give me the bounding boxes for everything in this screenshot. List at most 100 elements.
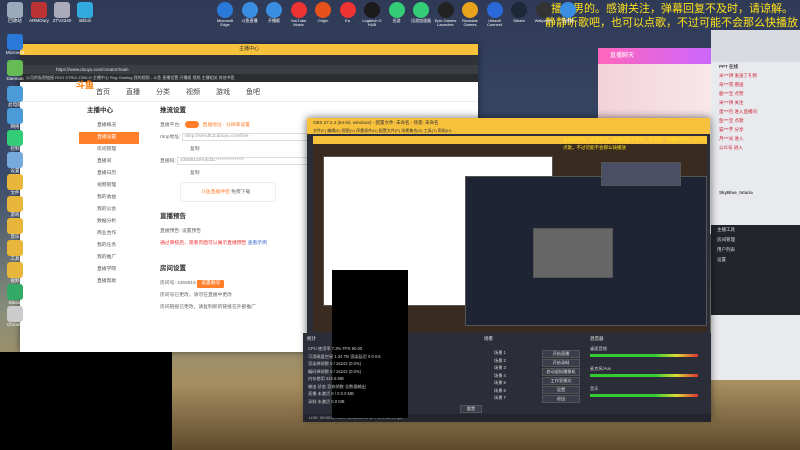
left-desktop-icon[interactable]: 音乐 [2,218,28,240]
top-desktop-icon[interactable]: 开播姬 [261,2,287,23]
mixer-meter[interactable] [590,354,698,357]
address-bar[interactable]: https://www.douyu.com/creator/main [20,65,478,74]
companion-banner[interactable]: 斗鱼直播伴侣 免费下载 [180,182,276,202]
top-desktop-icon[interactable]: 迅游加速器 [408,2,434,23]
top-desktop-icon[interactable]: YouTube Music [286,2,312,27]
top-desktop-icon[interactable]: Ubisoft Connect [482,2,508,27]
site-nav-item[interactable]: 视频 [186,87,200,97]
stat-row: 可用磁盘空间 1.34 TB 渲染延迟 0.0 ms [308,353,381,359]
site-nav-item[interactable]: 鱼吧 [246,87,260,97]
tools-row[interactable]: 设置 [711,255,800,265]
top-desktop-icon[interactable]: Epic Games Launcher [433,2,459,27]
site-nav-item[interactable]: 直播 [126,87,140,97]
stream-key-field[interactable]: 4358915rhnkd3c*************** [177,156,328,165]
left-desktop-icon[interactable]: Chrome [2,306,28,328]
streamer-thumbnails[interactable] [598,64,711,120]
tools-panel: 主播工具 房间管理 用户列表 设置 [711,225,800,315]
obs-control-button[interactable]: 启动虚拟摄像机 [542,368,580,376]
obs-control-button[interactable]: 工作室模式 [542,377,580,385]
top-desktop-icon[interactable]: 斗鱼直播 [237,2,263,23]
recycle-bin-icon [7,2,23,18]
tools-row[interactable]: 用户列表 [711,245,800,255]
top-desktop-icon[interactable]: Microsoft Edge [212,2,238,27]
left-desktop-icon[interactable]: 游戏 [2,196,28,218]
rtmp-field[interactable]: rtmp://sendtc3.douyu.com/live [181,132,312,141]
sidebar-item[interactable]: 我的任务 [79,240,139,252]
sidebar-item[interactable]: 我的推广 [79,252,139,264]
obs-control-button[interactable]: 开始录制 [542,359,580,367]
scene-item[interactable]: 场景 4 [494,373,506,379]
sidebar-title: 主播中心 [87,107,113,114]
left-desktop-icon[interactable]: 控制 [2,130,28,152]
sidebar-item[interactable]: 我的公会 [79,204,139,216]
sidebar-item[interactable]: 数据分析 [79,216,139,228]
scene-item[interactable]: 场景 6 [494,388,506,394]
browser-tabs[interactable] [20,55,478,65]
scene-item[interactable]: 场景 1 [494,350,506,356]
left-desktop-icon[interactable]: Daemon [2,60,28,82]
left-desktop-icon[interactable]: 网络 [2,108,28,130]
preview-nested-inner [533,228,613,278]
app-icon [413,2,429,18]
app-icon [7,108,23,124]
top-desktop-icon[interactable]: Ea [335,2,361,23]
mixer-meter[interactable] [590,374,698,377]
tools-row[interactable]: 主播工具 [711,225,800,235]
douyu-logo[interactable]: 斗鱼 [76,78,94,91]
sidebar-item[interactable]: 视频管理 [79,180,139,192]
top-desktop-icon[interactable]: 直播姬 [555,2,581,23]
sidebar-item[interactable]: 直播日历 [79,168,139,180]
armoury-icon [31,2,47,18]
site-nav-item[interactable]: 游戏 [216,87,230,97]
app-icon [7,284,23,300]
preview-example-link[interactable]: 查看示例 [248,241,267,246]
scene-item[interactable]: 场景 3 [494,365,506,371]
platform-toggle[interactable] [184,121,199,129]
obs-control-button[interactable]: 设置 [542,386,580,394]
sidebar-item[interactable]: 直播间 [79,156,139,168]
sidebar-item[interactable]: 直播学院 [79,264,139,276]
top-desktop-icon[interactable]: Wallpaper [531,2,557,23]
site-nav-item[interactable]: 首页 [96,87,110,97]
panel-user[interactable]: SkyBlue_tstaria [711,188,800,197]
app-icon [7,240,23,256]
sidebar-item[interactable]: 直播概况 [79,120,139,132]
obs-menu[interactable]: 文件(F) 编辑(E) 视图(V) 停靠部件(D) 配置文件(P) 场景集合(S… [307,127,710,134]
scene-item[interactable]: 场景 2 [494,358,506,364]
stat-row: 内存使用 342.6 MB [308,376,344,381]
scene-item[interactable]: 场景 7 [494,395,506,401]
app-icon [7,306,23,322]
mixer-meter[interactable] [590,394,698,397]
left-desktop-icon[interactable]: Microsoft [2,34,28,56]
obs-control-button[interactable]: 退出 [542,395,580,403]
site-nav-item[interactable]: 分类 [156,87,170,97]
top-desktop-icon[interactable]: 迅游 [384,2,410,23]
top-desktop-icon[interactable]: Logitech G HUB [359,2,385,27]
left-desktop-icon[interactable]: 此电脑 [2,86,28,108]
panel-top [711,30,800,62]
sidebar-item[interactable]: 直播设置 [79,132,139,144]
desktop-icon-recycle-bin[interactable]: 回收站 [2,2,28,24]
sidebar-item[interactable]: 直播帮助 [79,276,139,288]
sidebar-item[interactable]: 商业合作 [79,228,139,240]
set-vanity-button[interactable]: 设置靓号 [197,280,225,288]
desktop-icon-bilibili[interactable]: Bilibili [72,2,98,24]
tools-row[interactable]: 房间管理 [711,235,800,245]
top-desktop-icon[interactable]: Origin [310,2,336,23]
top-desktop-icon[interactable]: Steam [506,2,532,23]
obs-control-button[interactable]: 开始直播 [542,350,580,358]
app-icon [266,2,282,18]
left-desktop-icon[interactable]: 设置 [2,152,28,174]
left-desktop-icon[interactable]: 文件 [2,174,28,196]
left-desktop-icon[interactable]: 工具 [2,240,28,262]
left-desktop-icon[interactable]: Steam [2,284,28,306]
sidebar-item[interactable]: 我的收益 [79,192,139,204]
mixer-channel-label: 音乐 [590,386,599,391]
stat-row: 录制 未激活 0.0 MB [308,398,345,404]
set-preview-button[interactable]: 设置预告 [182,229,201,234]
scene-item[interactable]: 场景 5 [494,380,506,386]
top-desktop-icon[interactable]: Rockstar Games [457,2,483,27]
sidebar-item[interactable]: 房间管理 [79,144,139,156]
reset-stats-button[interactable]: 重置 [460,405,482,413]
left-desktop-icon[interactable]: 视频 [2,262,28,284]
